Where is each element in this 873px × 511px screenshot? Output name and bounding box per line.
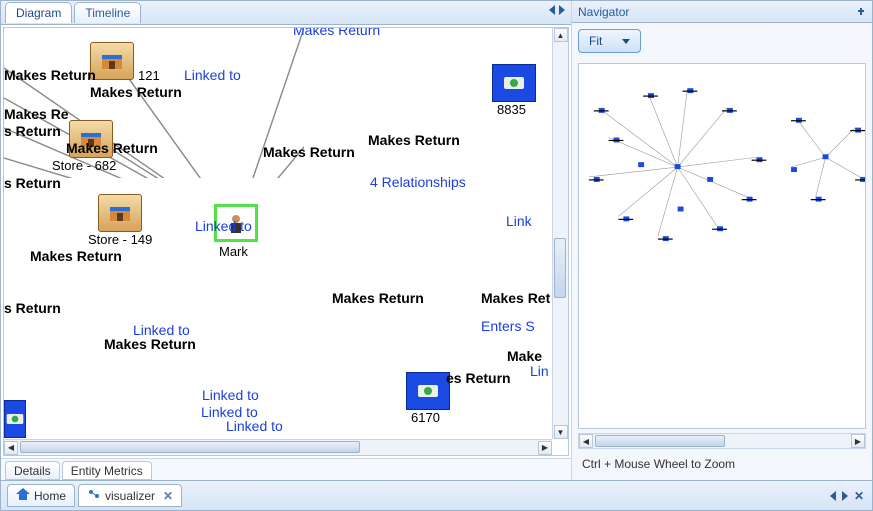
tab-diagram[interactable]: Diagram — [5, 2, 72, 23]
minimap-hscrollbar[interactable]: ◀ ▶ — [578, 433, 866, 449]
footer-tabbar: Home visualizer ✕ ✕ — [1, 480, 872, 510]
diagram-tabbar: Diagram Timeline — [1, 1, 571, 25]
node-label: Mark — [219, 244, 248, 259]
footer-close-icon[interactable]: ✕ — [854, 489, 864, 503]
scroll-thumb[interactable] — [20, 441, 360, 453]
canvas-vscrollbar[interactable]: ▲ ▼ — [552, 28, 568, 439]
bottom-tabbar: Details Entity Metrics — [1, 458, 571, 480]
edge-label: Make — [507, 348, 542, 364]
link-label: Linked to — [226, 418, 283, 434]
link-label: Linked to — [195, 218, 252, 234]
scroll-up-icon[interactable]: ▲ — [554, 28, 568, 42]
scroll-right-icon[interactable]: ▶ — [851, 434, 865, 448]
scroll-right-icon[interactable]: ▶ — [538, 441, 552, 455]
edge-label: Makes Return — [30, 248, 122, 264]
link-label: Lin — [530, 363, 549, 379]
node-label: 6170 — [411, 410, 440, 425]
scroll-down-icon[interactable]: ▼ — [554, 425, 568, 439]
node-store-121[interactable] — [90, 42, 134, 80]
link-label: Linked to — [202, 387, 259, 403]
home-icon — [16, 488, 30, 503]
link-label: Makes Return — [293, 27, 380, 38]
link-label: Enters S — [481, 318, 535, 334]
edge-label: Makes Return — [66, 140, 158, 156]
edge-label: Makes Return — [90, 84, 182, 100]
edge-label: Makes Return — [332, 290, 424, 306]
link-label: Linked to — [184, 67, 241, 83]
edge-label: s Return — [4, 175, 61, 191]
edge-label: Makes Return — [4, 67, 96, 83]
edge-label: s Return — [4, 123, 61, 139]
footer-prev-icon[interactable] — [830, 491, 836, 501]
fit-label: Fit — [589, 34, 602, 48]
node-store-149[interactable] — [98, 194, 142, 232]
node-label: Store - 149 — [88, 232, 152, 247]
link-label: Linked to — [133, 322, 190, 338]
edge-label: es Return — [446, 370, 511, 386]
edge-label: Makes Re — [4, 106, 69, 122]
edge-label: Makes Ret — [481, 290, 550, 306]
edge-label: Makes Return — [263, 144, 355, 160]
edge-label: Makes Return — [104, 336, 196, 352]
footer-tab-label: visualizer — [105, 489, 155, 503]
node-txn-6170[interactable] — [406, 372, 450, 410]
close-icon[interactable]: ✕ — [163, 489, 173, 503]
edge-label: Makes Return — [368, 132, 460, 148]
node-label: 121 — [138, 68, 160, 83]
canvas-hscrollbar[interactable]: ◀ ▶ — [4, 439, 552, 455]
node-txn-8835[interactable] — [492, 64, 536, 102]
footer-tab-home[interactable]: Home — [7, 484, 75, 507]
tab-timeline[interactable]: Timeline — [74, 2, 141, 23]
fit-button[interactable]: Fit — [578, 29, 641, 53]
zoom-hint: Ctrl + Mouse Wheel to Zoom — [572, 449, 872, 479]
scroll-thumb[interactable] — [595, 435, 725, 447]
node-txn-edge[interactable] — [4, 400, 26, 438]
edge-label: s Return — [4, 300, 61, 316]
navigator-title: Navigator — [578, 5, 629, 19]
node-label: 8835 — [497, 102, 526, 117]
node-label: Store - 682 — [52, 158, 116, 173]
chevron-down-icon — [622, 39, 630, 44]
navigator-header: Navigator — [572, 1, 872, 23]
navigator-minimap[interactable] — [578, 63, 866, 429]
footer-tab-label: Home — [34, 489, 66, 503]
scroll-left-icon[interactable]: ◀ — [579, 434, 593, 448]
scroll-left-icon[interactable]: ◀ — [4, 441, 18, 455]
tab-next-icon[interactable] — [559, 5, 565, 15]
link-label: Link — [506, 213, 532, 229]
footer-tab-visualizer[interactable]: visualizer ✕ — [78, 484, 182, 507]
visualizer-icon — [87, 488, 101, 503]
footer-next-icon[interactable] — [842, 491, 848, 501]
tab-details[interactable]: Details — [5, 461, 60, 480]
diagram-canvas[interactable]: 121 Store - 682 Store - 149 Mark 8835 — [3, 27, 569, 456]
scroll-thumb[interactable] — [554, 238, 566, 298]
pin-icon[interactable] — [856, 7, 866, 17]
tab-entity-metrics[interactable]: Entity Metrics — [62, 461, 152, 480]
link-label: 4 Relationships — [370, 174, 466, 190]
tab-prev-icon[interactable] — [549, 5, 555, 15]
